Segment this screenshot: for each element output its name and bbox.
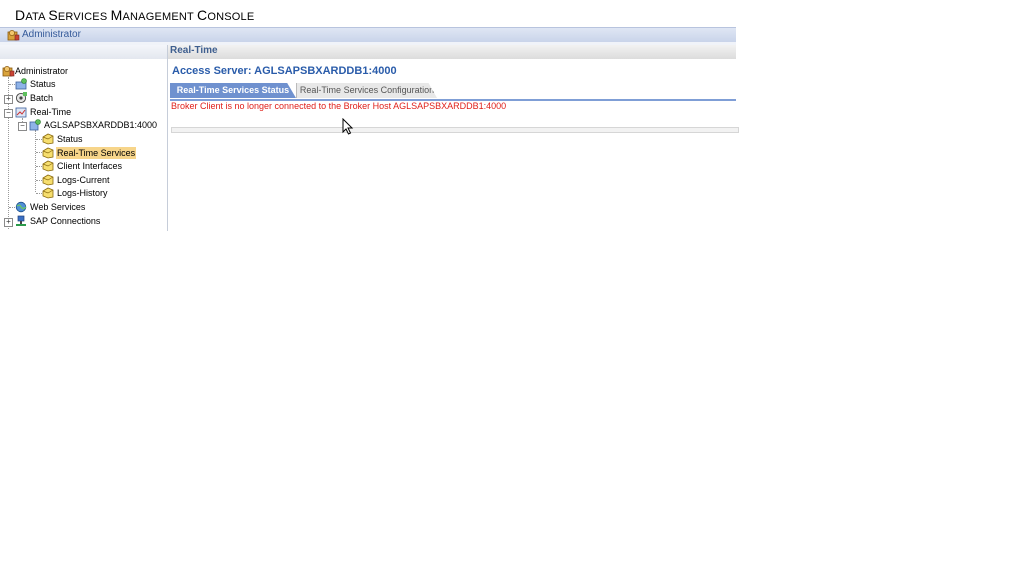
status-icon — [15, 78, 28, 93]
content-divider — [171, 127, 739, 133]
title-part: M — [110, 7, 123, 23]
title-part: ATA — [25, 11, 49, 23]
collapse-toggle[interactable]: − — [4, 109, 13, 118]
tree-item-label: Status — [57, 134, 83, 144]
tree-item-label: SAP Connections — [30, 216, 101, 226]
tree-item-label: Administrator — [15, 66, 69, 76]
folder-icon — [42, 133, 55, 148]
title-part: ANAGEMENT — [122, 11, 198, 23]
breadcrumb-link-administrator[interactable]: Administrator — [22, 29, 81, 40]
section-header: Real-Time — [168, 45, 736, 59]
expand-toggle[interactable]: + — [4, 95, 13, 104]
tab-real-time-services-configuration[interactable]: Real-Time Services Configuration — [296, 83, 437, 98]
management-console: DATA SERVICES MANAGEMENT CONSOLE Adminis… — [0, 0, 739, 231]
access-server-heading: Access Server: AGLSAPSBXARDDB1:4000 — [172, 65, 397, 77]
collapse-toggle[interactable]: − — [18, 122, 27, 131]
web-services-icon — [15, 201, 28, 216]
content-pane: Real-Time Access Server: AGLSAPSBXARDDB1… — [168, 45, 739, 231]
title-part: S — [48, 7, 58, 23]
section-title: Real-Time — [170, 45, 218, 56]
sap-connections-icon — [15, 215, 28, 230]
tree-item-label: Real-Time — [30, 107, 72, 117]
tab-strip: Real-Time Services Status Real-Time Serv… — [170, 83, 736, 101]
mouse-pointer-icon — [342, 117, 354, 137]
tab-real-time-services-status[interactable]: Real-Time Services Status — [170, 83, 296, 98]
tree-item-label: Logs-Current — [57, 175, 110, 185]
navigation-pane-header — [0, 45, 167, 59]
tree-item-label: Client Interfaces — [57, 161, 123, 171]
realtime-icon — [15, 106, 28, 121]
tree-item-label: Logs-History — [57, 188, 108, 198]
title-part: C — [197, 7, 208, 23]
title-part: ERVICES — [57, 11, 111, 23]
tree-item-label: Batch — [30, 93, 54, 103]
expand-toggle[interactable]: + — [4, 218, 13, 227]
app-title: DATA SERVICES MANAGEMENT CONSOLE — [15, 7, 254, 23]
folder-icon — [42, 187, 55, 202]
server-icon — [29, 119, 42, 134]
batch-icon — [15, 92, 28, 107]
breadcrumb: Administrator — [0, 27, 736, 42]
tree-item-label: Status — [30, 79, 56, 89]
tree-item-label: Web Services — [30, 202, 86, 212]
title-part: D — [15, 7, 26, 23]
administrator-icon — [2, 65, 15, 80]
tree-item-label: Real-Time Services — [56, 147, 137, 159]
tree-item-label: AGLSAPSBXARDDB1:4000 — [44, 120, 158, 130]
administrator-icon — [7, 29, 20, 43]
title-part: ONSOLE — [207, 11, 255, 23]
error-message: Broker Client is no longer connected to … — [171, 101, 507, 111]
folder-icon — [42, 160, 55, 175]
